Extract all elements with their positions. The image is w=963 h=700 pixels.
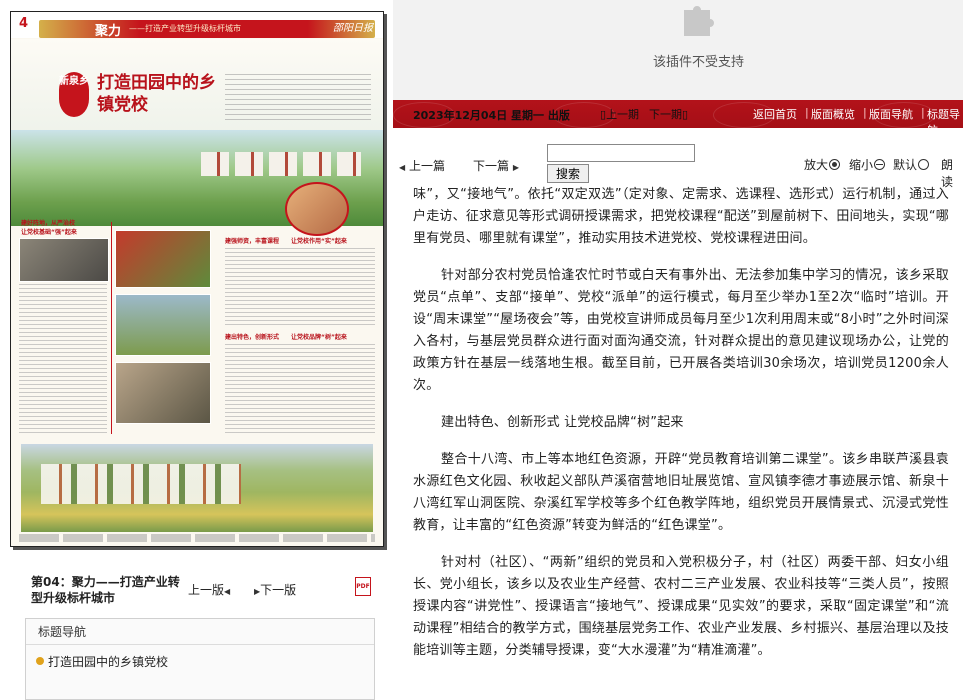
top-nav-bar: 2023年12月04日 星期一 出版 ▯上一期 下一期▯ 返回首页 | 版面概览… bbox=[393, 100, 963, 128]
nav-separator: | bbox=[921, 106, 925, 119]
newspaper-footer-text bbox=[19, 534, 375, 542]
newspaper-section-subtitle: ——打造产业转型升级标杆城市 bbox=[129, 24, 241, 33]
newspaper-text-col-3 bbox=[225, 344, 375, 434]
zoom-in-radio-icon bbox=[829, 159, 841, 170]
newspaper-subhead-1b: 让党校基础“强”起来 bbox=[21, 229, 77, 236]
article-paragraph: 味”，又“接地气”。依托“双定双选”（定对象、定需求、选课程、选形式）运行机制，… bbox=[413, 187, 949, 246]
next-issue-link[interactable]: 下一期▯ bbox=[649, 106, 688, 122]
newspaper-circle-photo bbox=[285, 182, 349, 236]
zoom-default-radio-icon bbox=[918, 159, 930, 170]
article-toolbar: ◀ 上一篇 下一篇 ▶ 搜索 放大 缩小 默认 朗读 bbox=[393, 128, 963, 189]
newspaper-headline: 打造田园中的乡镇党校 bbox=[97, 73, 216, 115]
zoom-out-option[interactable]: 缩小 bbox=[849, 156, 886, 173]
nav-title-nav-link[interactable]: 标题导航 bbox=[927, 106, 963, 128]
zoom-default-option[interactable]: 默认 bbox=[893, 156, 930, 173]
nav-separator: | bbox=[805, 106, 809, 119]
newspaper-subhead-2: 建强师资，丰富课程 bbox=[225, 238, 280, 245]
article-subheading: 建出特色、创新形式 让党校品牌“树”起来 bbox=[441, 415, 684, 430]
newspaper-aerial-houses bbox=[41, 464, 241, 504]
triangle-left-icon: ◀ bbox=[224, 587, 231, 596]
article-paragraph: 整合十八湾、市上等本地红色资源，开辟“党员教育培训第二课堂”。该乡串联芦溪县袁水… bbox=[413, 452, 949, 533]
prev-article-label: 上一篇 bbox=[408, 159, 445, 173]
left-column: 4 聚力 ——打造产业转型升级标杆城市 邵阳日报 新泉乡 打造田园中的乡镇党校 … bbox=[0, 0, 393, 700]
newspaper-badge: 新泉乡 bbox=[59, 72, 89, 117]
next-issue-label: 下一期 bbox=[649, 108, 682, 121]
puzzle-piece-icon bbox=[684, 6, 714, 36]
next-article-label: 下一篇 bbox=[473, 159, 510, 173]
zoom-default-label: 默认 bbox=[893, 158, 918, 172]
nav-home-link[interactable]: 返回首页 bbox=[753, 106, 797, 122]
newspaper-village-houses bbox=[201, 152, 361, 176]
prev-issue-link[interactable]: ▯上一期 bbox=[600, 106, 639, 122]
newspaper-text-col-1 bbox=[19, 284, 107, 434]
newspaper-divider-1 bbox=[111, 222, 112, 434]
next-page-link[interactable]: ▶下一版 bbox=[254, 581, 296, 598]
pdf-icon-label: PDF bbox=[356, 583, 370, 590]
newspaper-photo-class bbox=[115, 362, 211, 424]
triangle-right-icon: ▶ bbox=[512, 163, 519, 172]
next-page-label: 下一版 bbox=[260, 583, 297, 597]
newspaper-intro-text bbox=[225, 74, 371, 122]
newspaper-header: 4 聚力 ——打造产业转型升级标杆城市 邵阳日报 bbox=[11, 12, 383, 39]
newspaper-page-thumbnail[interactable]: 4 聚力 ——打造产业转型升级标杆城市 邵阳日报 新泉乡 打造田园中的乡镇党校 … bbox=[10, 11, 384, 547]
newspaper-subhead-2b: 让党校作用“实”起来 bbox=[291, 238, 347, 245]
nav-overview-link[interactable]: 版面概览 bbox=[811, 106, 855, 122]
plugin-placeholder: 该插件不受支持 bbox=[393, 0, 963, 100]
search-input[interactable] bbox=[547, 144, 695, 162]
plugin-unsupported-message: 该插件不受支持 bbox=[653, 55, 745, 70]
next-article-link[interactable]: 下一篇 ▶ bbox=[473, 157, 519, 174]
zoom-in-option[interactable]: 放大 bbox=[804, 156, 841, 173]
title-nav-header: 标题导航 bbox=[26, 619, 374, 645]
triangle-left-icon: ◀ bbox=[399, 163, 406, 172]
newspaper-photo-flag bbox=[115, 230, 211, 288]
article-body: 味”，又“接地气”。依托“双定双选”（定对象、定需求、选课程、选形式）运行机制，… bbox=[413, 184, 949, 696]
current-page-label: 第04：聚力——打造产业转型升级标杆城市 bbox=[31, 575, 180, 605]
title-nav-item[interactable]: 打造田园中的乡镇党校 bbox=[36, 653, 168, 670]
zoom-out-radio-icon bbox=[874, 159, 886, 170]
newspaper-text-col-2 bbox=[225, 248, 375, 328]
newspaper-page-number: 4 bbox=[19, 16, 29, 31]
newspaper-photo-meeting bbox=[19, 238, 109, 282]
bullet-icon bbox=[36, 657, 44, 665]
nav-page-nav-link[interactable]: 版面导航 bbox=[869, 106, 913, 122]
title-nav-item-label: 打造田园中的乡镇党校 bbox=[48, 655, 169, 669]
prev-page-label: 上一版 bbox=[188, 583, 225, 597]
title-nav-panel: 标题导航 打造田园中的乡镇党校 bbox=[25, 618, 375, 700]
prev-page-link[interactable]: 上一版◀ bbox=[188, 581, 230, 598]
newspaper-section-title: 聚力 bbox=[95, 24, 122, 39]
doc-icon: ▯ bbox=[682, 108, 689, 121]
zoom-in-label: 放大 bbox=[804, 158, 829, 172]
prev-article-link[interactable]: ◀ 上一篇 bbox=[399, 157, 445, 174]
pdf-icon[interactable]: PDF bbox=[355, 577, 371, 596]
newspaper-masthead-logo: 邵阳日报 bbox=[333, 23, 373, 34]
zoom-out-label: 缩小 bbox=[849, 158, 874, 172]
search-button[interactable]: 搜索 bbox=[547, 164, 589, 183]
newspaper-subhead-3: 建出特色，创新形式 bbox=[225, 334, 280, 341]
prev-issue-label: 上一期 bbox=[606, 108, 640, 121]
newspaper-subhead-3b: 让党校品牌“树”起来 bbox=[291, 334, 347, 341]
article-paragraph: 针对村（社区）、“两新”组织的党员和入党积极分子，村（社区）两委干部、妇女小组长… bbox=[413, 555, 949, 658]
issue-date: 2023年12月04日 星期一 出版 bbox=[413, 109, 570, 122]
newspaper-subhead-1: 建好阵地，从严治校 bbox=[21, 220, 76, 227]
nav-separator: | bbox=[863, 106, 867, 119]
article-paragraph: 针对部分农村党员恰逢农忙时节或白天有事外出、无法参加集中学习的情况，该乡采取党员… bbox=[413, 268, 949, 393]
newspaper-photo-field bbox=[115, 294, 211, 356]
